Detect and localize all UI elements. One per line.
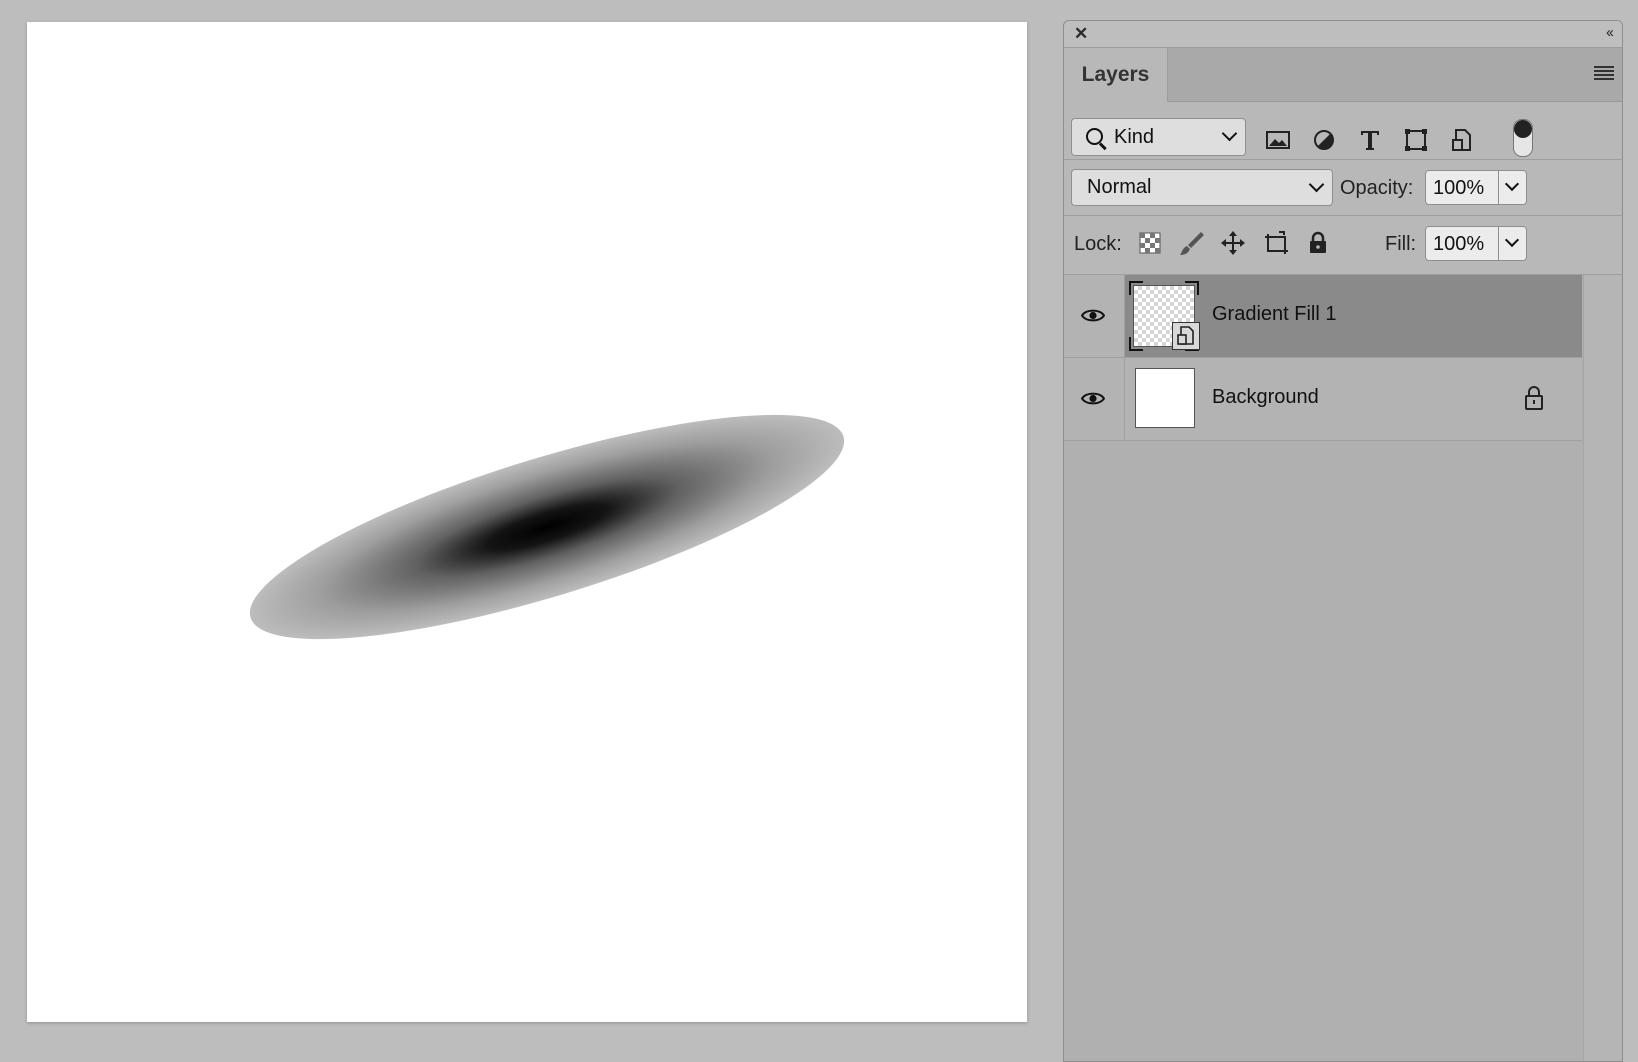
artboard-lock-icon[interactable] <box>1262 229 1290 257</box>
blend-mode-select[interactable]: Normal <box>1071 169 1333 206</box>
visibility-cell[interactable] <box>1064 358 1125 440</box>
kind-filter-select[interactable]: Kind <box>1071 118 1246 156</box>
fill-value: 100% <box>1433 233 1485 255</box>
move-icon[interactable] <box>1219 229 1247 257</box>
collapse-panel-icon[interactable]: ‹‹ <box>1606 24 1614 41</box>
lock-row: Lock: Fill: 100% <box>1064 216 1622 275</box>
layers-panel: ✕ ‹‹ Layers Kind Normal Opacity: 100% Lo… <box>1063 20 1623 1062</box>
lock-all-icon[interactable] <box>1304 229 1332 257</box>
visibility-cell[interactable] <box>1064 275 1125 357</box>
layer-thumbnail[interactable] <box>1135 368 1195 428</box>
layer-row-background[interactable]: Background <box>1064 358 1582 441</box>
blend-row: Normal Opacity: 100% <box>1064 160 1622 216</box>
panel-titlebar: ✕ ‹‹ <box>1064 21 1622 48</box>
lock-label: Lock: <box>1074 233 1122 255</box>
eye-icon[interactable] <box>1081 308 1105 323</box>
smart-object-filter-icon[interactable] <box>1448 127 1476 153</box>
layer-name: Background <box>1212 386 1319 408</box>
filter-toggle[interactable] <box>1513 119 1533 157</box>
fill-dropdown[interactable] <box>1498 227 1526 260</box>
lock-transparent-pixels-icon[interactable] <box>1136 229 1164 257</box>
opacity-dropdown[interactable] <box>1498 171 1526 204</box>
chevron-down-icon <box>1504 232 1520 248</box>
image-filter-icon[interactable] <box>1264 127 1292 153</box>
gradient-fill-shape <box>230 370 864 684</box>
panel-tabbar: Layers <box>1064 48 1622 102</box>
eye-icon[interactable] <box>1081 391 1105 406</box>
fill-field[interactable]: 100% <box>1425 226 1527 261</box>
fill-label: Fill: <box>1385 233 1417 255</box>
layer-row-gradient-fill[interactable]: Gradient Fill 1 <box>1064 275 1582 358</box>
opacity-value: 100% <box>1433 177 1485 199</box>
scrollbar[interactable] <box>1583 275 1622 1061</box>
tab-layers[interactable]: Layers <box>1064 48 1168 102</box>
close-icon[interactable]: ✕ <box>1074 25 1088 42</box>
chevron-down-icon <box>1504 176 1520 192</box>
kind-filter-label: Kind <box>1114 126 1155 148</box>
document-canvas[interactable] <box>27 22 1027 1022</box>
chevron-down-icon <box>1221 125 1238 142</box>
opacity-label: Opacity: <box>1340 177 1414 199</box>
search-icon <box>1086 128 1103 145</box>
brush-icon[interactable] <box>1178 229 1206 257</box>
blend-mode-value: Normal <box>1087 176 1152 198</box>
type-filter-icon[interactable] <box>1356 127 1384 153</box>
layers-list: Gradient Fill 1 Background <box>1064 275 1622 1061</box>
panel-menu-icon[interactable] <box>1594 66 1614 80</box>
adjustment-filter-icon[interactable] <box>1310 127 1338 153</box>
smart-object-icon <box>1172 322 1200 350</box>
layer-lock-icon[interactable] <box>1523 385 1545 411</box>
layer-name: Gradient Fill 1 <box>1212 303 1337 325</box>
shape-filter-icon[interactable] <box>1402 127 1430 153</box>
filter-row: Kind <box>1064 102 1622 160</box>
chevron-down-icon <box>1308 176 1325 193</box>
layer-thumbnail[interactable] <box>1129 281 1200 351</box>
opacity-field[interactable]: 100% <box>1425 170 1527 205</box>
